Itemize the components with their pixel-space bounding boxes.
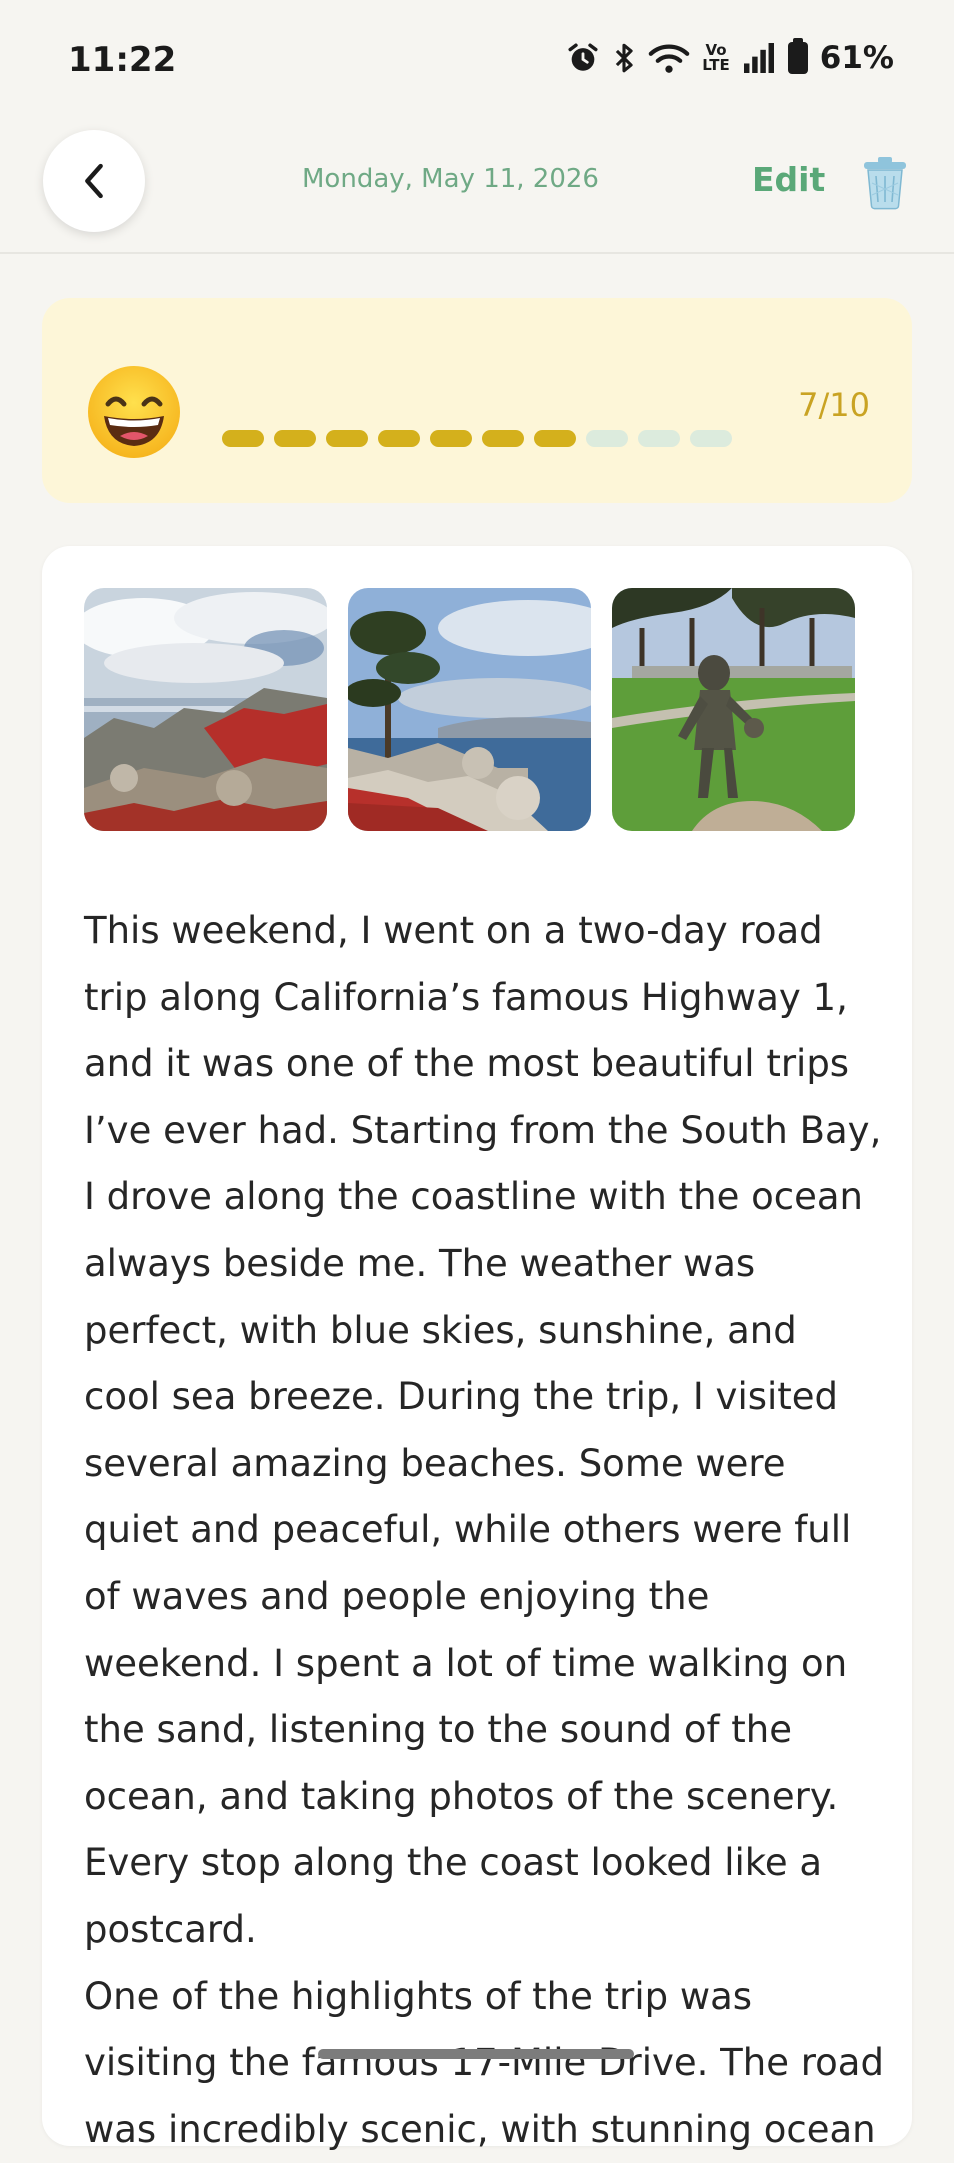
mood-dot xyxy=(274,430,316,447)
mood-score: 7/10 xyxy=(798,386,870,424)
status-icons: Vo LTE 61% xyxy=(566,40,894,76)
battery-percent: 61% xyxy=(820,40,894,76)
mood-dot xyxy=(482,430,524,447)
home-indicator[interactable] xyxy=(318,2049,634,2059)
mood-dot xyxy=(430,430,472,447)
bluetooth-icon xyxy=(612,41,636,75)
cypress-tree-photo[interactable] xyxy=(348,588,591,831)
volte-icon: Vo LTE xyxy=(702,43,730,73)
entry-paragraph: This weekend, I went on a two-day road t… xyxy=(84,898,884,1964)
mood-card: 7/10 xyxy=(42,298,912,503)
alarm-icon xyxy=(566,41,600,75)
grinning-face-icon xyxy=(86,364,182,460)
mood-dot xyxy=(222,430,264,447)
mood-dot xyxy=(534,430,576,447)
entry-paragraph: One of the highlights of the trip was vi… xyxy=(84,1964,884,2163)
photo-gallery xyxy=(84,588,855,831)
entry-card: This weekend, I went on a two-day road t… xyxy=(42,546,912,2146)
battery-icon xyxy=(788,42,808,74)
volte-bottom-text: LTE xyxy=(702,58,730,73)
entry-body: This weekend, I went on a two-day road t… xyxy=(84,898,884,2163)
edit-button[interactable]: Edit xyxy=(752,160,825,199)
mood-meter xyxy=(222,430,732,447)
mood-dot xyxy=(586,430,628,447)
status-time: 11:22 xyxy=(68,40,176,80)
wifi-icon xyxy=(648,42,690,74)
entry-header: Monday, May 11, 2026 Edit xyxy=(0,120,954,254)
statue-park-photo[interactable] xyxy=(612,588,855,831)
mood-dot xyxy=(638,430,680,447)
mood-dot xyxy=(326,430,368,447)
coast-rocks-photo[interactable] xyxy=(84,588,327,831)
entry-date: Monday, May 11, 2026 xyxy=(302,164,599,194)
signal-icon xyxy=(742,43,776,73)
delete-button[interactable] xyxy=(860,156,910,210)
mood-dot xyxy=(690,430,732,447)
chevron-left-icon xyxy=(79,161,109,201)
status-bar: 11:22 Vo LTE 61% xyxy=(0,0,954,120)
mood-dot xyxy=(378,430,420,447)
trash-icon xyxy=(860,156,910,210)
back-button[interactable] xyxy=(43,130,145,232)
